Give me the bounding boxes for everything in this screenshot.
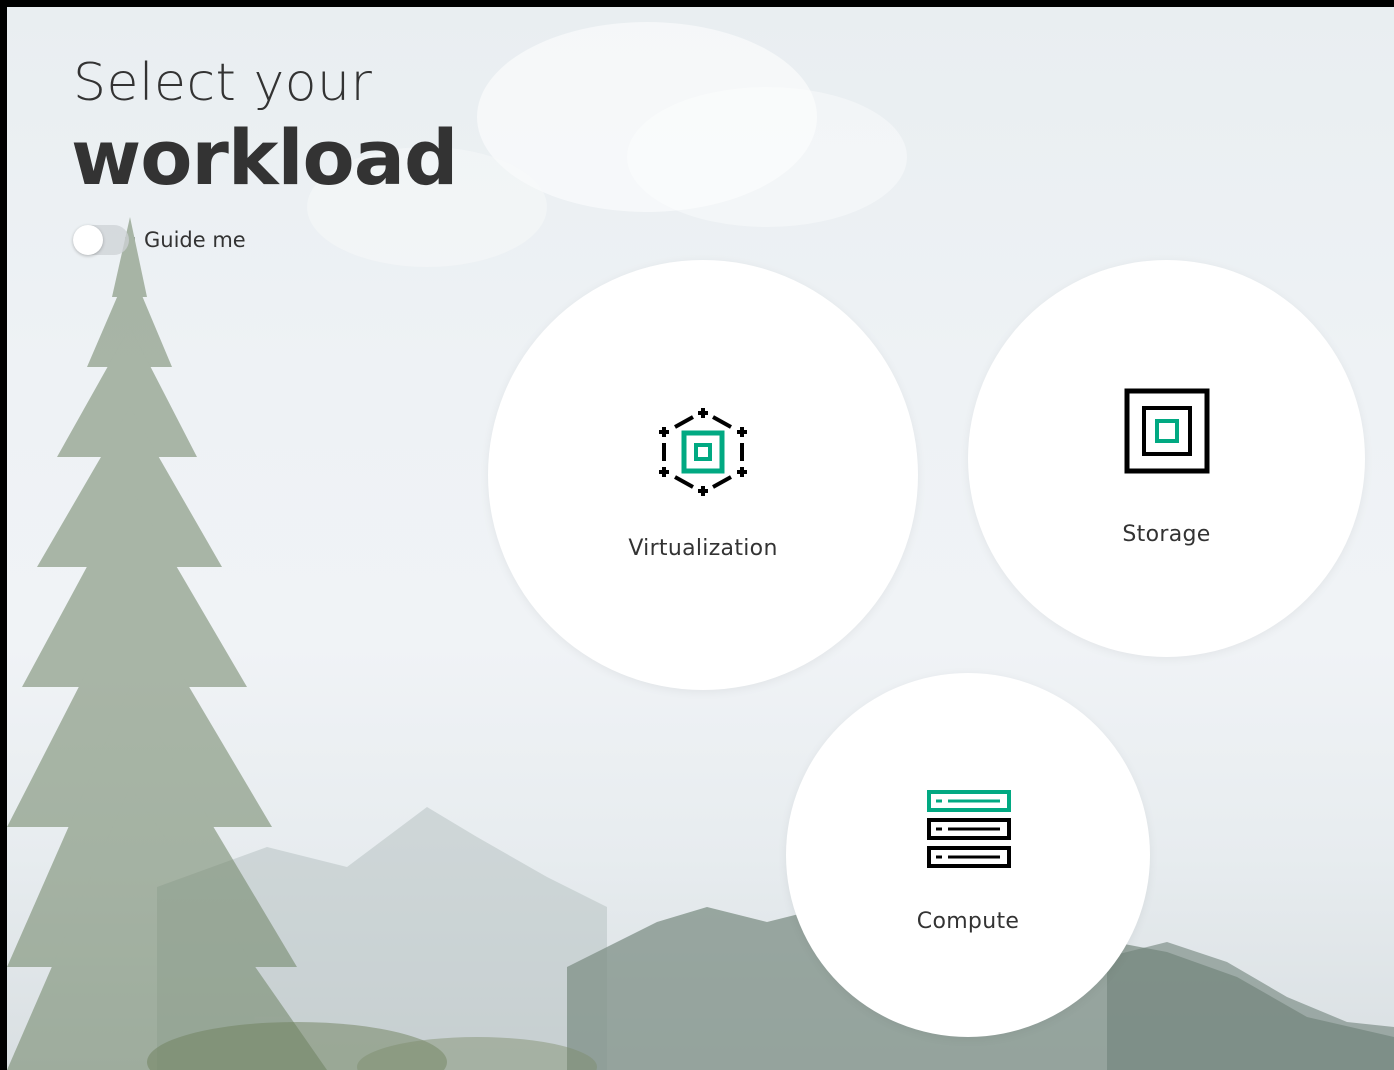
workload-selector-page: Select your workload Guide me Virtualiza… (7, 7, 1394, 1070)
guide-me-toggle[interactable]: Guide me (73, 225, 246, 255)
virtualization-tile[interactable]: Virtualization (488, 260, 918, 690)
guide-me-label[interactable]: Guide me (144, 225, 246, 255)
toggle-knob[interactable] (73, 225, 103, 255)
page-title-line1: Select your (73, 53, 373, 113)
virtualization-icon (659, 408, 747, 496)
compute-tile[interactable]: Compute (786, 673, 1150, 1037)
server-stack-icon (927, 790, 1011, 868)
toggle-track[interactable] (73, 225, 129, 255)
page-title-line2: workload (71, 113, 458, 202)
storage-label: Storage (1122, 522, 1211, 547)
compute-label: Compute (916, 909, 1020, 934)
virtualization-label: Virtualization (628, 536, 778, 561)
storage-tile[interactable]: Storage (968, 260, 1365, 657)
storage-icon (1124, 388, 1210, 474)
